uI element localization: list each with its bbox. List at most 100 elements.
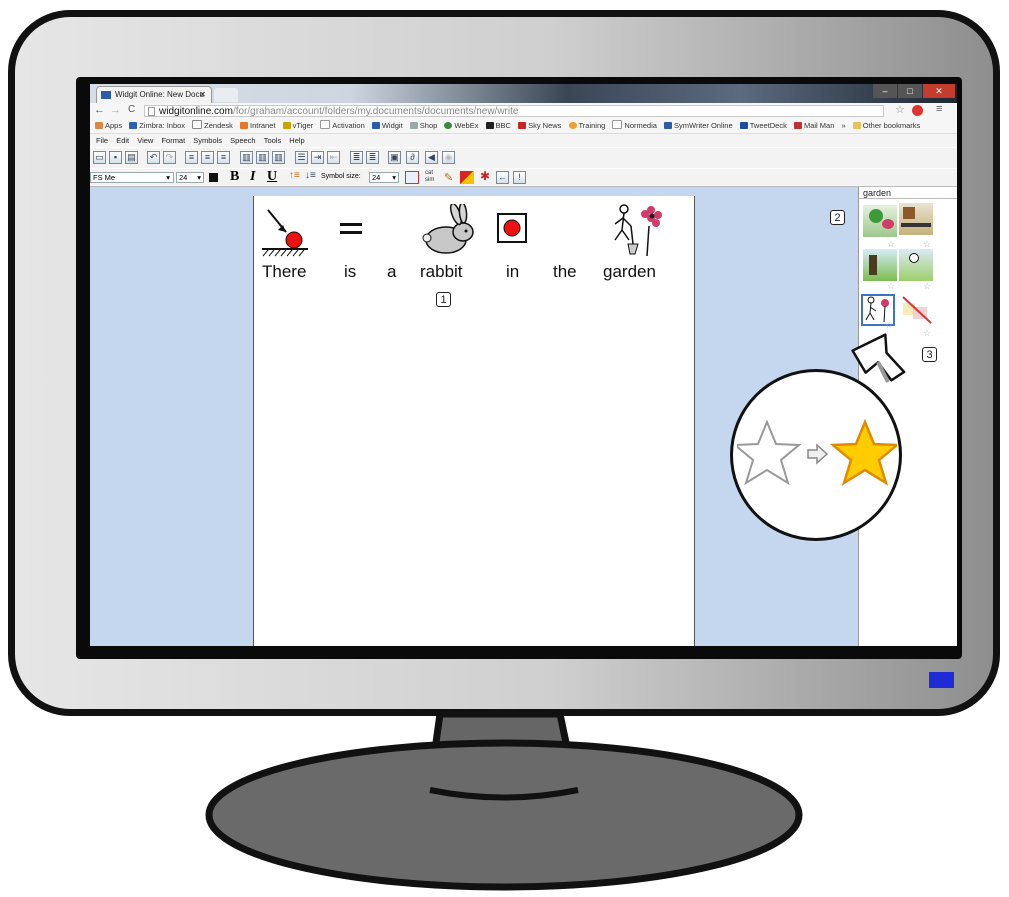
word-is[interactable]: is (344, 262, 356, 282)
symbols-above-icon[interactable]: ≣ (350, 151, 363, 164)
menu-format[interactable]: Format (161, 136, 185, 145)
bookmark-symwriter-online[interactable]: SymWriter Online (664, 119, 733, 133)
symbols-below-icon[interactable]: ≣ (366, 151, 379, 164)
bookmark-sky-news[interactable]: Sky News (518, 119, 561, 133)
bookmark-intranet[interactable]: Intranet (240, 119, 275, 133)
bookmark-widgit[interactable]: Widgit (371, 119, 403, 133)
symbol-option-2[interactable] (899, 203, 933, 235)
bookmark-tweetdeck[interactable]: TweetDeck (739, 119, 787, 133)
extension-icon[interactable] (912, 105, 923, 116)
insert-image-icon[interactable]: ▣ (388, 151, 401, 164)
link-icon[interactable]: ∂ (406, 151, 419, 164)
bookmark-bbc[interactable]: BBC (485, 119, 511, 133)
bookmark-star-icon[interactable]: ☆ (895, 103, 905, 116)
close-tab-icon[interactable]: ✕ (199, 87, 206, 103)
menu-edit[interactable]: Edit (116, 136, 129, 145)
undo-icon[interactable]: ↶ (147, 151, 160, 164)
redo-icon[interactable]: ↷ (163, 151, 176, 164)
menu-file[interactable]: File (96, 136, 108, 145)
bookmark-normedia[interactable]: Normedia (612, 119, 657, 133)
font-size-select[interactable]: 24 ▾ (176, 172, 204, 183)
bookmark-shop[interactable]: Shop (409, 119, 437, 133)
word-in[interactable]: in (506, 262, 519, 282)
text-color-icon[interactable] (209, 173, 218, 182)
align-center-icon[interactable]: ≡ (201, 151, 214, 164)
new-document-icon[interactable]: ▭ (93, 151, 106, 164)
word-the[interactable]: the (553, 262, 577, 282)
menu-icon[interactable]: ≡ (936, 103, 942, 115)
exclaim-icon[interactable]: ! (513, 171, 526, 184)
menu-view[interactable]: View (137, 136, 153, 145)
speak-icon[interactable]: ◀ (425, 151, 438, 164)
bookmark-training[interactable]: Training (568, 119, 605, 133)
arrow-left-icon[interactable]: ← (496, 171, 509, 184)
reload-icon[interactable]: C (128, 104, 135, 115)
back-arrow-icon[interactable]: ← (94, 104, 105, 116)
bookmark-zimbra[interactable]: Zimbra: Inbox (129, 119, 185, 133)
bullet-list-icon[interactable]: ☰ (295, 151, 308, 164)
favorite-star-icon[interactable]: ☆ (887, 281, 895, 292)
font-family-value: FS Me (93, 173, 116, 182)
layout-center-icon[interactable]: ▥ (256, 151, 269, 164)
no-symbol-option[interactable] (901, 295, 935, 327)
bookmark-zendesk[interactable]: Zendesk (192, 119, 233, 133)
paint-icon[interactable]: ✎ (444, 171, 453, 184)
symbol-option-1[interactable] (863, 205, 897, 237)
bookmark-webex[interactable]: WebEx (444, 119, 478, 133)
callout-2: 2 (830, 210, 845, 225)
save-icon[interactable]: ▪ (109, 151, 122, 164)
new-tab-button[interactable] (214, 88, 238, 102)
print-icon[interactable]: ▤ (125, 151, 138, 164)
underline-button[interactable]: U (267, 169, 277, 185)
document-page[interactable]: There is a rabbit in the garden 1 (253, 196, 695, 646)
menu-help[interactable]: Help (289, 136, 304, 145)
align-right-icon[interactable]: ≡ (217, 151, 230, 164)
layout-right-icon[interactable]: ▥ (272, 151, 285, 164)
increase-size-icon[interactable]: ↑≡ (289, 170, 300, 181)
menu-symbols[interactable]: Symbols (193, 136, 222, 145)
italic-button[interactable]: I (250, 169, 255, 185)
symbol-option-3[interactable] (863, 249, 897, 281)
menu-tools[interactable]: Tools (264, 136, 282, 145)
bold-button[interactable]: B (230, 169, 239, 185)
page-icon (148, 107, 155, 116)
star-toggle-illustration (737, 418, 897, 486)
minimize-button[interactable]: – (873, 84, 897, 98)
maximize-button[interactable]: □ (898, 84, 922, 98)
bookmark-vtiger[interactable]: vTiger (282, 119, 313, 133)
bookmark-apps[interactable]: Apps (95, 119, 122, 133)
menu-speech[interactable]: Speech (230, 136, 255, 145)
word-a[interactable]: a (387, 262, 396, 282)
outdent-icon[interactable]: ⇤ (327, 151, 340, 164)
layout-left-icon[interactable]: ▥ (240, 151, 253, 164)
favorite-star-icon[interactable]: ☆ (885, 320, 893, 331)
widgit-favicon-icon (101, 91, 111, 99)
font-family-select[interactable]: FS Me ▾ (90, 172, 174, 183)
align-left-icon[interactable]: ≡ (185, 151, 198, 164)
stop-speech-icon[interactable]: ◉ (442, 151, 455, 164)
bookmark-activation[interactable]: Activation (320, 119, 365, 133)
close-window-button[interactable]: ✕ (923, 84, 955, 98)
browser-tab[interactable]: Widgit Online: New Docu ✕ (96, 86, 212, 103)
word-there[interactable]: There (262, 262, 306, 282)
cat-sim-button[interactable]: cat sim (425, 170, 439, 184)
symbol-size-select[interactable]: 24 ▾ (369, 172, 399, 183)
symbol-frame-icon[interactable] (405, 171, 419, 184)
decrease-size-icon[interactable]: ↓≡ (305, 170, 316, 181)
favorite-star-icon[interactable]: ☆ (923, 281, 931, 292)
callout-1: 1 (436, 292, 451, 307)
word-garden[interactable]: garden (603, 262, 656, 282)
bookmark-other[interactable]: Other bookmarks (852, 119, 920, 133)
url-field[interactable]: widgitonline.com/for/graham/account/fold… (144, 105, 884, 117)
bookmark-mail-man[interactable]: Mail Man (793, 119, 834, 133)
bookmark-overflow[interactable]: » (841, 119, 845, 133)
symbol-option-4[interactable] (899, 249, 933, 281)
skin-tone-icon[interactable]: ✱ (480, 169, 490, 183)
url-path: /for/graham/account/folders/my.documents… (232, 106, 519, 117)
word-rabbit[interactable]: rabbit (420, 262, 463, 282)
favorite-star-icon[interactable]: ☆ (923, 328, 931, 339)
url-domain: widgitonline.com (159, 106, 233, 117)
indent-icon[interactable]: ⇥ (311, 151, 324, 164)
color-symbol-icon[interactable] (460, 171, 474, 184)
forward-arrow-icon[interactable]: → (110, 104, 121, 116)
